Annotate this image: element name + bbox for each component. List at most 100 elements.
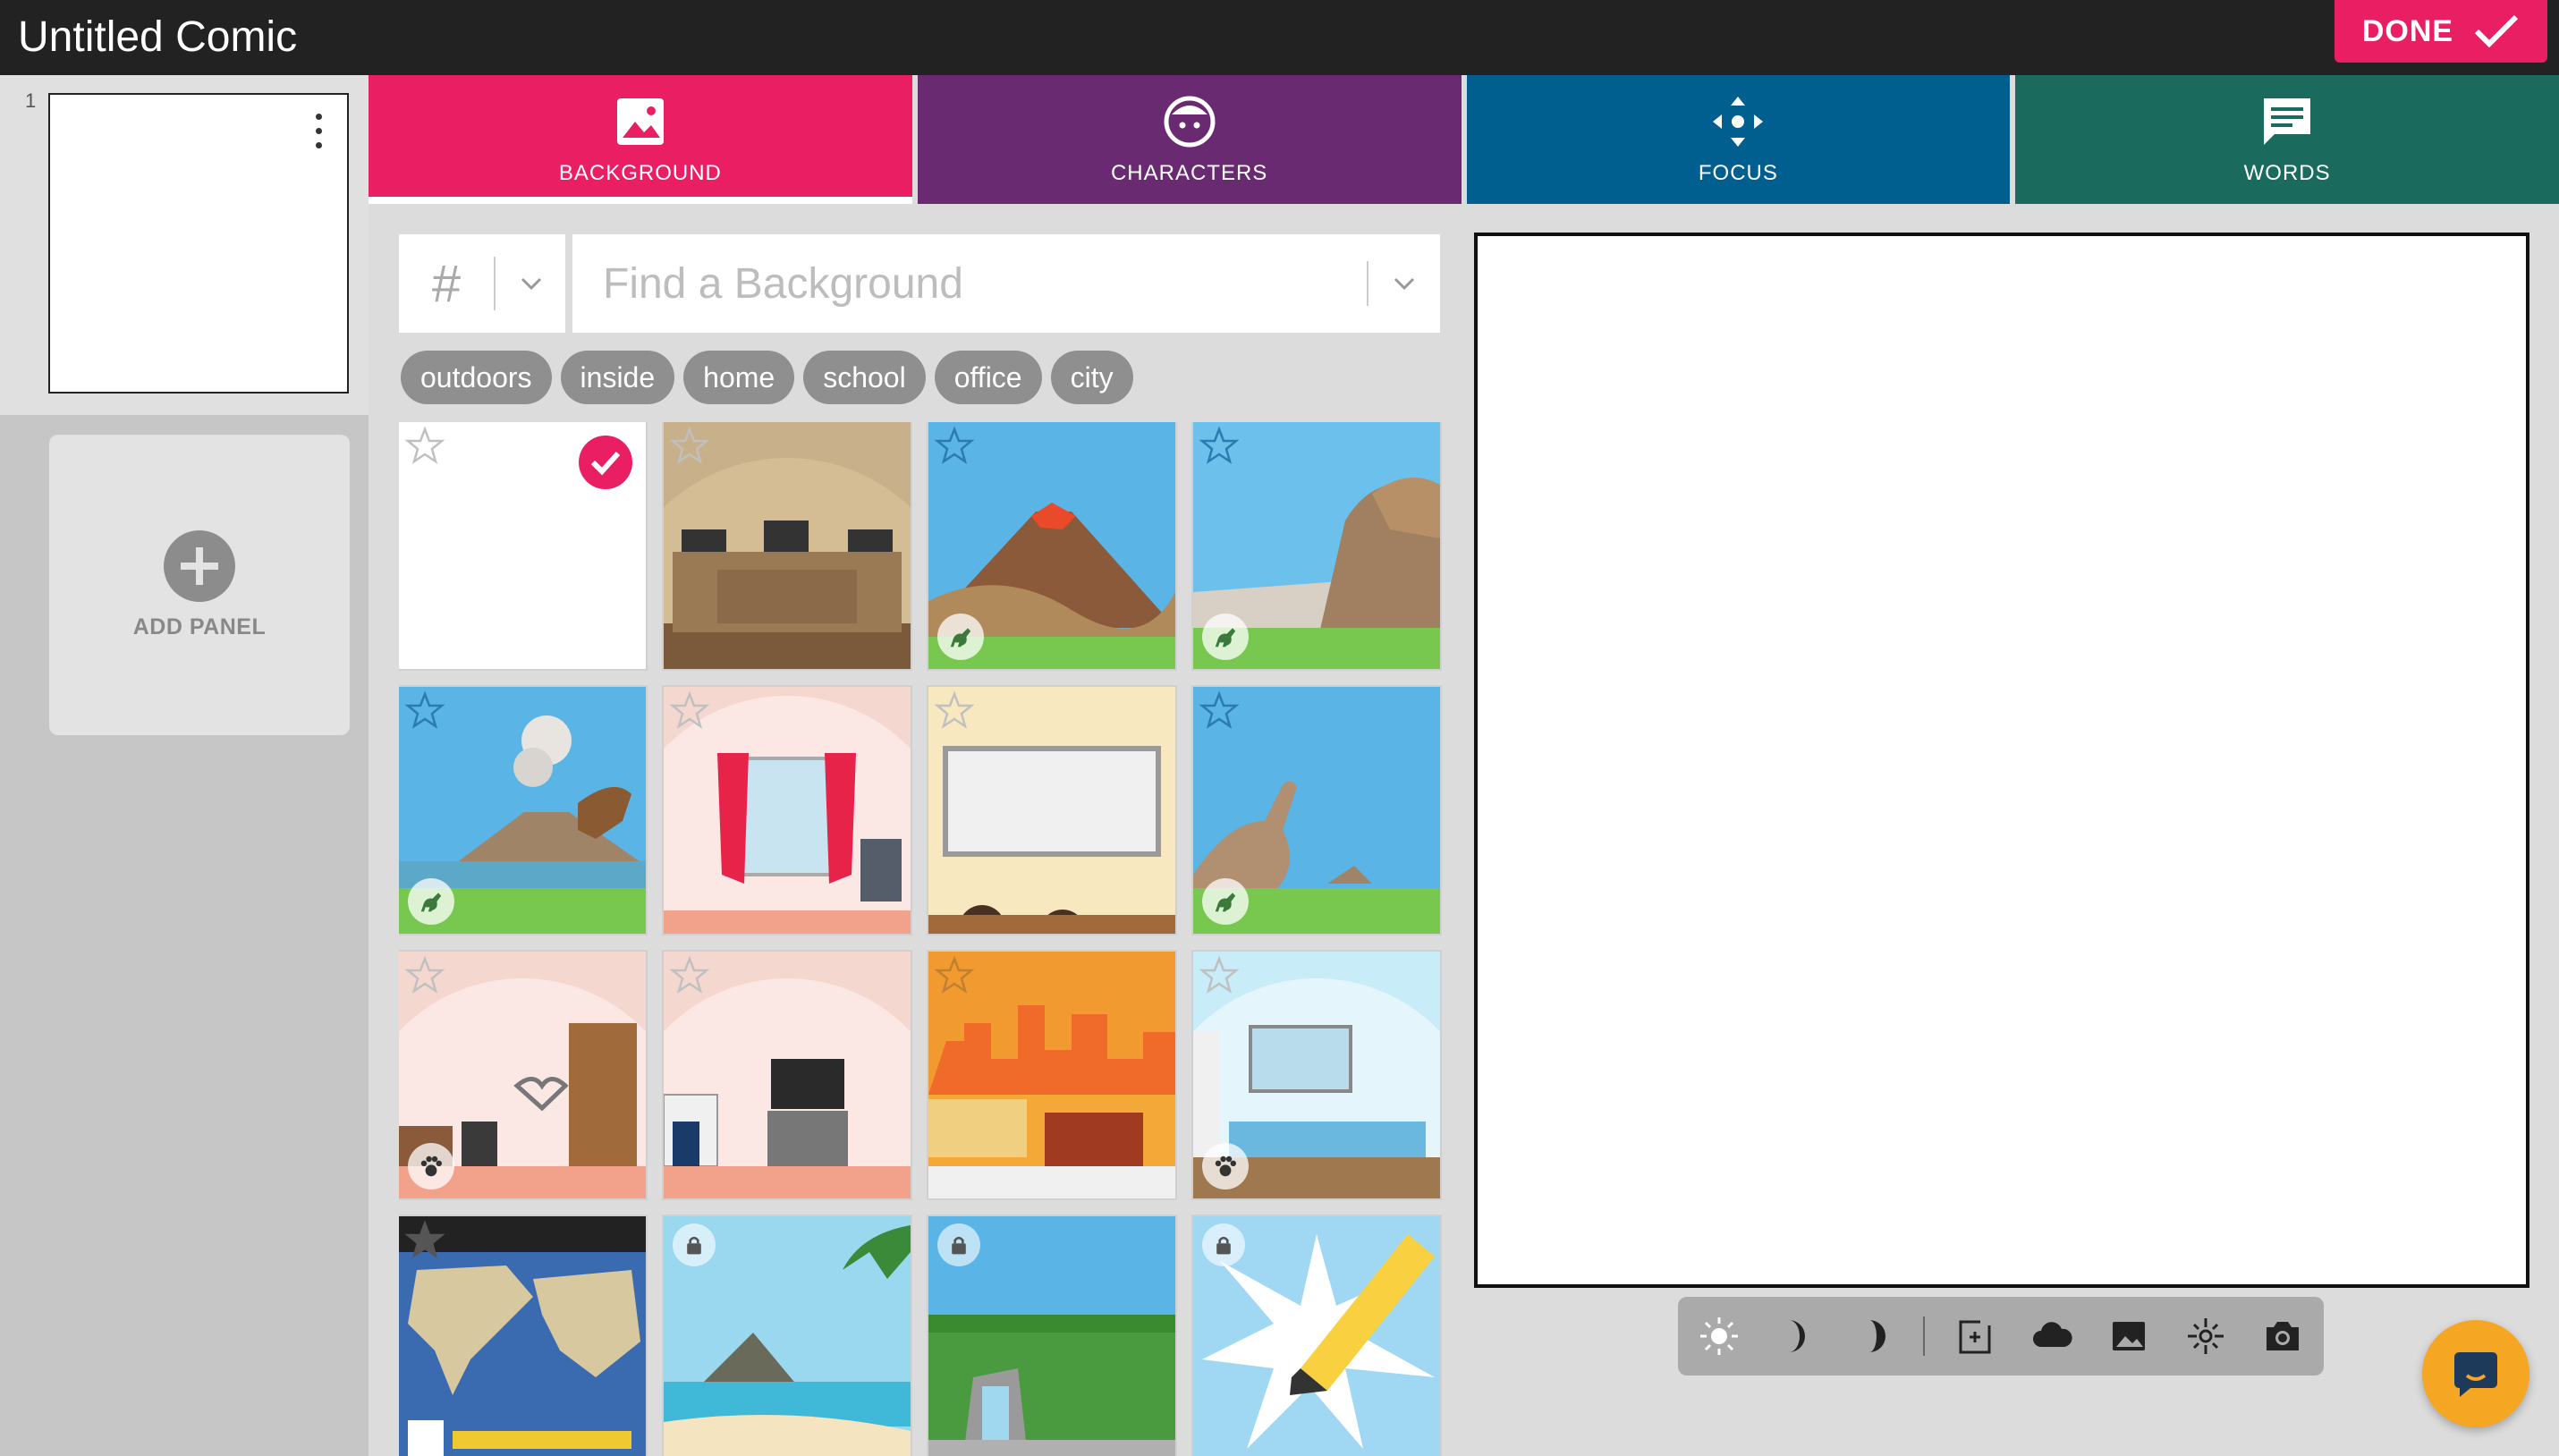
dinosaur-badge-icon: [937, 614, 984, 660]
tab-words-label: WORDS: [2243, 161, 2331, 185]
chip-city[interactable]: city: [1050, 351, 1133, 404]
star-icon[interactable]: [669, 426, 710, 467]
divider: [1367, 261, 1368, 306]
add-scene-button[interactable]: [1948, 1308, 2002, 1364]
face-icon: [1164, 96, 1216, 148]
star-icon[interactable]: [1199, 955, 1240, 996]
background-tile-bedroom-window[interactable]: [1193, 952, 1440, 1198]
star-icon[interactable]: [404, 1220, 445, 1261]
done-button[interactable]: DONE: [2334, 0, 2547, 63]
chip-home[interactable]: home: [683, 351, 795, 404]
background-tile-bedroom-tv[interactable]: [664, 952, 911, 1198]
chip-outdoors[interactable]: outdoors: [401, 351, 552, 404]
star-icon[interactable]: [934, 690, 975, 732]
star-icon[interactable]: [669, 955, 710, 996]
panel-sidebar: 1 ADD PANEL: [0, 75, 369, 1456]
paw-badge-icon: [1202, 1143, 1249, 1189]
category-select[interactable]: #: [399, 234, 565, 333]
chip-school[interactable]: school: [803, 351, 926, 404]
tab-background-label: BACKGROUND: [558, 161, 722, 185]
chevron-down-icon: [521, 277, 542, 291]
comic-panel-canvas[interactable]: [1474, 233, 2529, 1288]
background-tile-pencil-burst[interactable]: [1193, 1216, 1440, 1456]
light-burst-button[interactable]: [2179, 1308, 2233, 1364]
background-tile-city-office[interactable]: [928, 952, 1175, 1198]
star-icon[interactable]: [669, 690, 710, 732]
move-arrows-icon: [1713, 97, 1764, 147]
cloud-icon: [2033, 1322, 2072, 1347]
dusk-button[interactable]: [1769, 1308, 1823, 1364]
tag-chips: outdoors inside home school office city: [401, 351, 1133, 404]
background-tile-bedroom-wardrobe[interactable]: [399, 952, 646, 1198]
add-image-icon: [1959, 1318, 1991, 1354]
top-bar: Untitled Comic DONE: [0, 0, 2559, 75]
background-tile-beach-island[interactable]: [664, 1216, 911, 1456]
sparkle-icon: [2188, 1318, 2224, 1354]
background-tile-world-map[interactable]: [399, 1216, 646, 1456]
image-icon: [2113, 1322, 2146, 1350]
background-search-input[interactable]: [572, 258, 1367, 309]
chat-support-button[interactable]: [2422, 1320, 2529, 1427]
background-tile-dinosaur-plains[interactable]: [1193, 687, 1440, 934]
background-tile-blank[interactable]: [399, 422, 646, 669]
more-vertical-icon[interactable]: [308, 109, 329, 152]
dinosaur-badge-icon: [1202, 878, 1249, 925]
panel-slot: 1: [0, 75, 369, 415]
tab-characters-label: CHARACTERS: [1110, 161, 1268, 185]
panel-number: 1: [25, 89, 37, 112]
checkmark-icon: [2474, 14, 2519, 48]
filter-toolbar: [1678, 1297, 2324, 1376]
background-tile-dinosaur-cave[interactable]: [1193, 422, 1440, 669]
tab-focus-label: FOCUS: [1698, 161, 1778, 185]
tab-focus[interactable]: FOCUS: [1466, 75, 2011, 204]
star-icon[interactable]: [934, 426, 975, 467]
camera-icon: [2267, 1322, 2300, 1350]
star-icon[interactable]: [404, 690, 445, 732]
half-moon-icon: [1789, 1320, 1806, 1352]
lock-icon: [1202, 1223, 1245, 1266]
lock-icon: [673, 1223, 716, 1266]
background-grid: [399, 422, 1444, 1456]
tab-bar: BACKGROUND CHARACTERS FOCUS WORDS: [369, 75, 2559, 204]
brightness-button[interactable]: [1692, 1308, 1746, 1364]
background-tile-window-curtains[interactable]: [664, 687, 911, 934]
comic-title[interactable]: Untitled Comic: [18, 11, 297, 64]
background-tile-courtroom[interactable]: [664, 422, 911, 669]
selected-check-icon: [579, 436, 632, 489]
tab-words[interactable]: WORDS: [2015, 75, 2559, 204]
star-icon[interactable]: [404, 426, 445, 467]
tab-background[interactable]: BACKGROUND: [369, 75, 912, 204]
star-icon[interactable]: [1199, 426, 1240, 467]
divider: [494, 257, 496, 310]
tab-characters[interactable]: CHARACTERS: [917, 75, 1462, 204]
chevron-down-icon[interactable]: [1386, 266, 1422, 301]
panel-thumbnail[interactable]: [48, 93, 349, 394]
lock-icon: [937, 1223, 980, 1266]
background-tile-volcano-hills[interactable]: [928, 422, 1175, 669]
camera-button[interactable]: [2256, 1308, 2309, 1364]
chip-office[interactable]: office: [934, 351, 1042, 404]
hash-symbol: #: [431, 254, 462, 313]
dinosaur-badge-icon: [408, 878, 454, 925]
background-tile-garden-waterfall[interactable]: [928, 1216, 1175, 1456]
add-panel-button[interactable]: ADD PANEL: [49, 435, 350, 735]
search-box: [572, 234, 1440, 333]
star-icon[interactable]: [404, 955, 445, 996]
dinosaur-badge-icon: [1202, 614, 1249, 660]
star-icon[interactable]: [1199, 690, 1240, 732]
paw-badge-icon: [408, 1143, 454, 1189]
background-tile-classroom-whiteboard[interactable]: [928, 687, 1175, 934]
image-icon: [616, 98, 664, 145]
sun-icon: [1700, 1317, 1738, 1355]
done-label: DONE: [2361, 13, 2454, 48]
plus-icon: [164, 529, 235, 602]
image-filter-button[interactable]: [2102, 1308, 2156, 1364]
speech-bubble-icon: [2264, 98, 2311, 145]
chat-bubble-icon: [2454, 1352, 2497, 1397]
weather-button[interactable]: [2025, 1308, 2079, 1364]
toolbar-divider: [1923, 1316, 1925, 1356]
star-icon[interactable]: [934, 955, 975, 996]
chip-inside[interactable]: inside: [560, 351, 675, 404]
background-tile-dinosaur-volcano[interactable]: [399, 687, 646, 934]
night-button[interactable]: [1846, 1308, 1900, 1364]
